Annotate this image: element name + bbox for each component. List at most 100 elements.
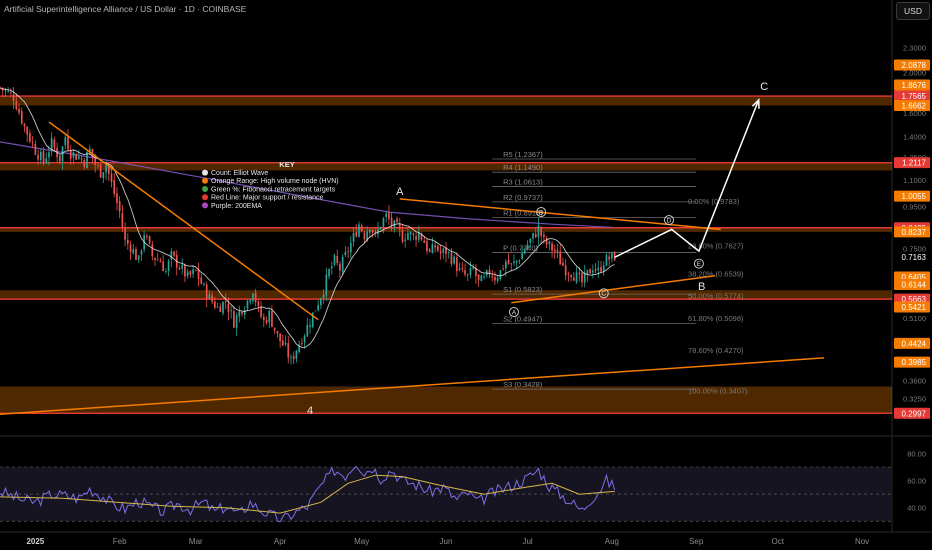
- key-title: KEY: [279, 160, 294, 169]
- candle-body: [404, 239, 407, 242]
- candle-body: [341, 256, 344, 273]
- candle-body: [205, 284, 208, 300]
- candle-body: [200, 277, 203, 284]
- candle-body: [534, 233, 537, 238]
- fib-label: 0.00% (0.9783): [688, 197, 740, 206]
- candle-body: [186, 271, 189, 276]
- key-bullet: [202, 177, 208, 184]
- candle-body: [412, 233, 415, 236]
- candle-body: [553, 249, 556, 252]
- candle-body: [276, 331, 279, 334]
- price-axis-tick: 2.3000: [903, 44, 926, 53]
- candle-body: [369, 229, 371, 233]
- candle-body: [268, 310, 271, 323]
- candle-body: [162, 261, 165, 272]
- candle-body: [581, 272, 583, 283]
- candle-body: [393, 220, 396, 228]
- candle-body: [322, 294, 325, 299]
- candle-body: [260, 307, 262, 317]
- candle-body: [156, 259, 159, 261]
- price-tag-label: 0.5421: [902, 303, 927, 312]
- candle-body: [75, 153, 77, 160]
- candle-body: [18, 108, 20, 113]
- candle-body: [442, 248, 445, 253]
- time-axis-label: Jun: [440, 537, 453, 546]
- time-axis-label: Mar: [189, 537, 203, 546]
- candle-body: [415, 235, 417, 240]
- candle-body: [570, 275, 572, 278]
- rsi-axis-tick: 60.00: [907, 477, 926, 486]
- candle-body: [556, 250, 559, 252]
- candle-body: [600, 266, 602, 272]
- candle-body: [371, 229, 374, 233]
- candle-body: [428, 249, 431, 252]
- candle-body: [238, 311, 241, 317]
- candle-body: [564, 265, 567, 276]
- candle-body: [379, 227, 382, 230]
- candle-body: [4, 90, 7, 91]
- candle-body: [423, 240, 426, 243]
- key-bullet: [202, 169, 208, 176]
- wave-label: A: [512, 309, 517, 316]
- price-chart[interactable]: R5 (1.2367) R4 (1.1490) R3 (1.0613) R2 (0.9…: [0, 0, 932, 550]
- price-axis-tick: 0.5100: [903, 314, 926, 323]
- candle-body: [521, 253, 523, 260]
- candle-body: [355, 231, 358, 237]
- candle-body: [53, 139, 56, 148]
- candle-body: [396, 218, 398, 223]
- candle-body: [401, 230, 404, 243]
- candle-body: [254, 292, 257, 303]
- price-tag-label: 1.8676: [902, 81, 927, 90]
- fib-label: 61.80% (0.5098): [688, 314, 744, 323]
- time-axis-label: Sep: [689, 537, 704, 546]
- candle-body: [608, 256, 611, 260]
- candle-body: [287, 343, 290, 358]
- candle-body: [499, 270, 502, 280]
- price-tag-label: 1.0055: [902, 192, 927, 201]
- fib-label: 50.00% (0.5774): [688, 292, 744, 301]
- candle-body: [385, 213, 388, 218]
- candle-body: [306, 324, 309, 337]
- time-axis-label: Jul: [522, 537, 532, 546]
- candle-body: [469, 267, 472, 275]
- price-axis-tick: 1.1000: [903, 176, 926, 185]
- candle-body: [37, 154, 39, 160]
- candle-body: [336, 256, 339, 263]
- wave-label: C: [760, 81, 768, 93]
- price-tag-label: 0.4424: [902, 339, 927, 348]
- candle-body: [545, 238, 548, 245]
- candle-body: [213, 301, 216, 308]
- candle-body: [317, 305, 320, 311]
- time-axis-label: Oct: [772, 537, 785, 546]
- candle-body: [589, 269, 591, 274]
- candle-body: [230, 310, 233, 312]
- candle-body: [491, 275, 494, 278]
- candle-body: [548, 241, 551, 245]
- pivot-label: S2 (0.4947): [503, 314, 543, 323]
- key-bullet: [202, 186, 208, 192]
- wave-label: 4: [307, 405, 313, 417]
- candle-body: [515, 260, 518, 263]
- candle-body: [344, 251, 347, 256]
- candle-body: [330, 266, 333, 269]
- candle-body: [613, 251, 616, 261]
- candle-body: [578, 272, 581, 275]
- candle-body: [42, 150, 45, 163]
- candle-body: [113, 180, 116, 195]
- price-tag-label: 1.2117: [902, 159, 926, 168]
- wave-label: D: [667, 217, 672, 224]
- candle-body: [29, 133, 31, 142]
- candle-body: [265, 320, 268, 323]
- candle-body: [532, 233, 534, 239]
- candle-body: [537, 225, 540, 238]
- candle-body: [281, 340, 284, 346]
- candle-body: [349, 242, 352, 253]
- candle-body: [543, 234, 545, 238]
- candle-body: [434, 245, 436, 248]
- candle-body: [118, 201, 121, 212]
- candle-body: [494, 277, 496, 281]
- candle-body: [165, 271, 167, 272]
- candle-body: [464, 270, 466, 275]
- candle-body: [407, 233, 409, 240]
- candle-body: [320, 298, 322, 306]
